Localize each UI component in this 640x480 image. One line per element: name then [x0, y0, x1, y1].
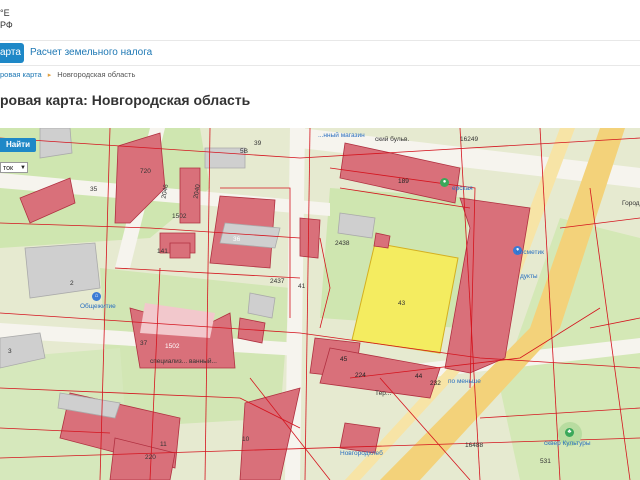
- breadcrumb-current: Новгородская область: [57, 70, 136, 79]
- poi-label-magazin[interactable]: ...нный магазин: [318, 132, 365, 139]
- poi-label-po-menshe[interactable]: по меньше: [448, 378, 481, 385]
- site-header: °Е РФ: [0, 0, 640, 40]
- logo-text-bottom[interactable]: РФ: [0, 20, 13, 30]
- parcel-label: 2437: [270, 278, 285, 285]
- poi-label-novgorodkhleb[interactable]: Новгородхлеб: [340, 450, 383, 457]
- parcel-label: 1502: [165, 343, 180, 350]
- parcel-label: 141: [157, 248, 168, 255]
- parcel-label: 43: [398, 300, 406, 307]
- poi-label-gorod: Город: [622, 200, 640, 207]
- cadastral-map[interactable]: 35 720 2046 2040 1502 141 5B 39 36 2438 …: [0, 128, 640, 480]
- poi-label-pyaterochka[interactable]: ерская: [452, 185, 473, 192]
- parcel-label: 531: [540, 458, 551, 465]
- shop-icon[interactable]: ●: [440, 178, 449, 187]
- parcel-label: 720: [140, 168, 151, 175]
- breadcrumb-separator-icon: ▸: [47, 72, 52, 79]
- poi-label-ter: Тер...: [375, 390, 392, 397]
- nav-link-land-tax[interactable]: Расчет земельного налога: [30, 43, 152, 63]
- parcel-label: 224: [355, 372, 366, 379]
- chevron-down-icon: ▼: [20, 165, 26, 171]
- dormitory-icon[interactable]: ⌂: [92, 292, 101, 301]
- parcel-label: 2: [70, 280, 74, 287]
- poi-label-kosmetika[interactable]: Косметик: [516, 249, 544, 256]
- parcel-label: 11: [160, 441, 167, 448]
- poi-label-skver[interactable]: сквер Культуры: [544, 440, 591, 447]
- parcel-label: 36: [233, 236, 241, 243]
- parcel-label: 44: [415, 373, 423, 380]
- logo-text-top[interactable]: °Е: [0, 8, 10, 18]
- main-navbar: арта Расчет земельного налога: [0, 40, 640, 66]
- parcel-label: 35: [90, 186, 98, 193]
- parcel-label: 37: [140, 340, 148, 347]
- park-icon[interactable]: ♣: [565, 428, 574, 437]
- search-button[interactable]: Найти: [0, 138, 36, 152]
- page-title: ровая карта: Новгородская область: [0, 92, 251, 108]
- parcel-label: 5B: [240, 148, 248, 155]
- parcel-label: 2438: [335, 240, 350, 247]
- poi-label-produkty[interactable]: дукты: [520, 273, 538, 280]
- parcel-label: 45: [340, 356, 348, 363]
- parcel-label: 189: [398, 178, 409, 185]
- parcel-label: 10: [242, 436, 250, 443]
- parcel-label: 220: [145, 454, 156, 461]
- breadcrumb-parent[interactable]: ровая карта: [0, 70, 42, 79]
- layer-select[interactable]: ток ▼: [0, 162, 28, 173]
- parcel-label: 39: [254, 140, 262, 147]
- street-label-boulevard: ский бульв.: [375, 136, 410, 143]
- poi-label-specialized: специализ... ванный...: [150, 358, 217, 365]
- parcel-label: 16488: [465, 442, 484, 449]
- parcel-label: 16249: [460, 136, 479, 143]
- poi-label-obshchezhitie[interactable]: Общежитие: [80, 303, 116, 310]
- layer-select-value: ток: [3, 165, 14, 172]
- parcel-label: 232: [430, 380, 441, 387]
- parcel-label: 41: [298, 283, 306, 290]
- nav-tab-map[interactable]: арта: [0, 43, 24, 63]
- breadcrumb: ровая карта ▸ Новгородская область: [0, 70, 135, 79]
- parcel-label: 3: [8, 348, 12, 355]
- parcel-label: 1502: [172, 213, 187, 220]
